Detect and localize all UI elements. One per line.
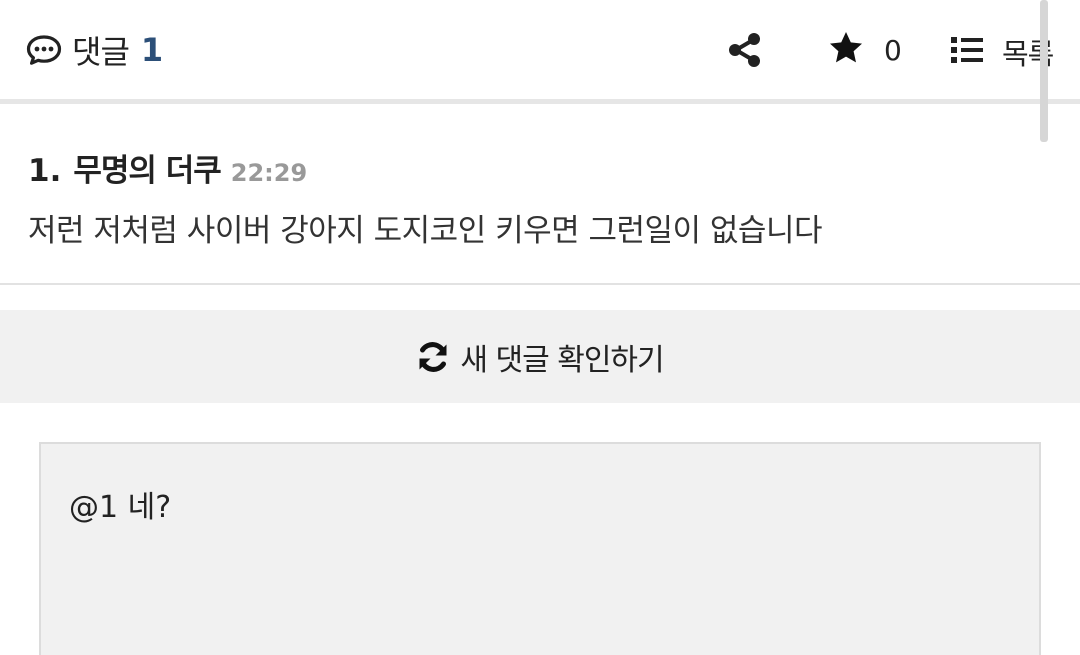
comment-item: 1. 무명의 더쿠 22:29 저런 저처럼 사이버 강아지 도지코인 키우면 … — [0, 109, 1080, 285]
comment-count: 1 — [140, 30, 164, 69]
comment-time: 22:29 — [230, 159, 308, 187]
comment-section: 댓글 1 0 목록 1. 무명의 더쿠 22:29 저런 저처럼 사이버 강아지… — [0, 0, 1080, 655]
favorite-count: 0 — [884, 33, 902, 67]
comment-header: 댓글 1 0 목록 — [0, 0, 1080, 104]
reply-text: @1 네? — [69, 490, 172, 525]
list-button[interactable]: 목록 — [950, 31, 1054, 73]
comment-author: 무명의 더쿠 — [73, 153, 221, 189]
list-icon — [950, 36, 984, 68]
speech-bubble-icon — [26, 34, 62, 66]
comment-title-group: 댓글 1 — [26, 27, 163, 73]
refresh-icon — [416, 340, 450, 374]
comment-title: 댓글 — [72, 32, 130, 71]
star-icon — [828, 30, 864, 70]
comment-number[interactable]: 1. — [28, 153, 61, 189]
reply-textarea[interactable]: @1 네? — [39, 442, 1041, 655]
comment-meta: 1. 무명의 더쿠 22:29 — [28, 145, 307, 190]
share-button[interactable] — [728, 32, 764, 68]
favorite-button[interactable]: 0 — [828, 30, 902, 70]
refresh-comments-button[interactable]: 새 댓글 확인하기 — [0, 310, 1080, 403]
refresh-label: 새 댓글 확인하기 — [460, 342, 664, 378]
share-icon — [728, 33, 762, 72]
comment-body: 저런 저처럼 사이버 강아지 도지코인 키우면 그런일이 없습니다 — [28, 213, 823, 249]
